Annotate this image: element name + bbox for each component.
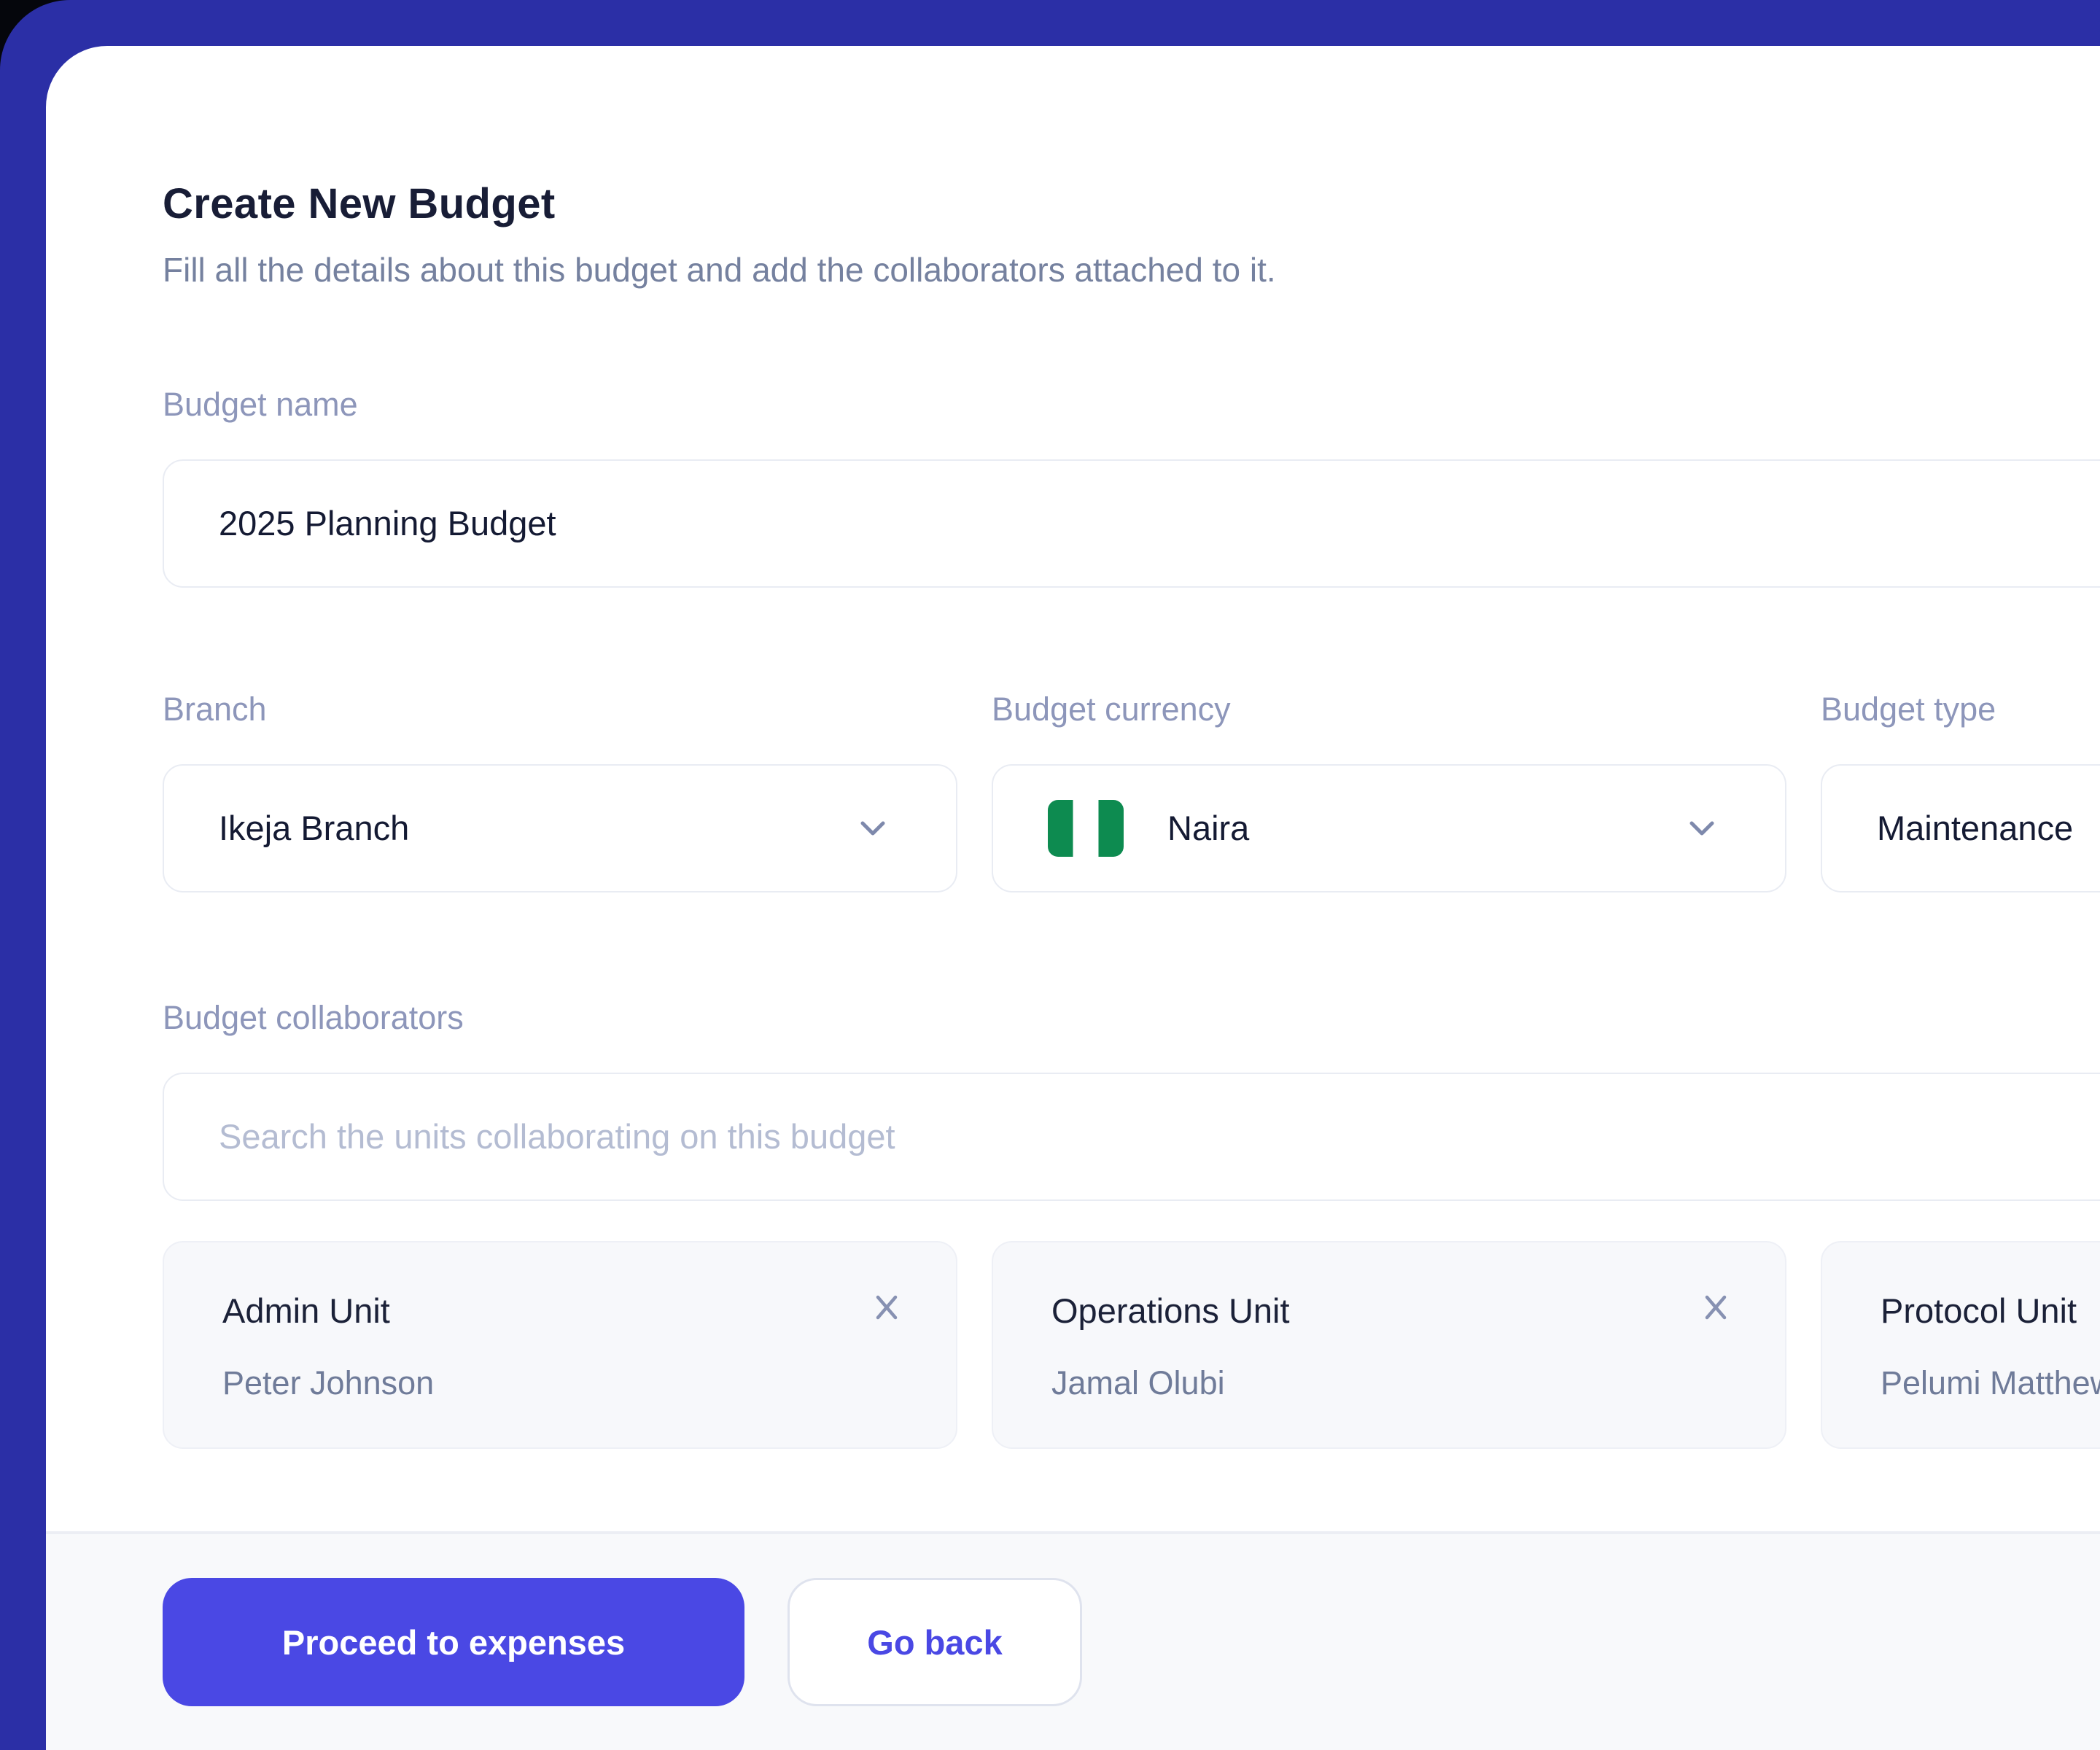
budget-name-label: Budget name (163, 385, 2100, 424)
nigeria-flag-icon (1048, 800, 1124, 857)
collaborator-person-name: Pelumi Matthew (1881, 1364, 2100, 1403)
chevron-down-icon (1686, 812, 1718, 844)
collaborator-unit-name: Protocol Unit (1881, 1291, 2100, 1331)
branch-select[interactable]: Ikeja Branch (163, 764, 957, 892)
collaborator-card: Protocol Unit Pelumi Matthew (1821, 1241, 2100, 1449)
create-budget-modal: Create New Budget Fill all the details a… (46, 46, 2100, 1750)
go-back-button[interactable]: Go back (788, 1578, 1082, 1706)
collaborator-unit-name: Admin Unit (222, 1291, 901, 1331)
proceed-to-expenses-button[interactable]: Proceed to expenses (163, 1578, 744, 1706)
collaborators-search-input[interactable] (163, 1073, 2100, 1201)
collaborator-cards: Admin Unit Peter Johnson Operations Unit… (163, 1241, 2100, 1449)
budget-currency-label: Budget currency (992, 690, 1786, 729)
branch-select-value: Ikeja Branch (219, 808, 409, 848)
collaborator-person-name: Peter Johnson (222, 1364, 901, 1403)
budget-currency-value: Naira (1167, 808, 1249, 848)
branch-label: Branch (163, 690, 957, 729)
budget-currency-select[interactable]: Naira (992, 764, 1786, 892)
collaborator-card: Operations Unit Jamal Olubi (992, 1241, 1786, 1449)
collaborator-card: Admin Unit Peter Johnson (163, 1241, 957, 1449)
budget-collaborators-label: Budget collaborators (163, 998, 2100, 1038)
budget-type-value: Maintenance (1877, 808, 2073, 848)
chevron-down-icon (857, 812, 889, 844)
modal-footer: Proceed to expenses Go back (46, 1531, 2100, 1750)
budget-name-input[interactable] (163, 459, 2100, 588)
collaborator-person-name: Jamal Olubi (1051, 1364, 1730, 1403)
app-window-background: Create New Budget Fill all the details a… (0, 0, 2100, 1750)
budget-type-label: Budget type (1821, 690, 2100, 729)
page-subtitle: Fill all the details about this budget a… (163, 250, 2100, 290)
x-close-icon[interactable] (870, 1291, 903, 1324)
budget-type-select[interactable]: Maintenance (1821, 764, 2100, 892)
page-title: Create New Budget (163, 179, 2100, 230)
collaborator-unit-name: Operations Unit (1051, 1291, 1730, 1331)
x-close-icon[interactable] (1699, 1291, 1732, 1324)
modal-body: Create New Budget Fill all the details a… (46, 46, 2100, 1531)
